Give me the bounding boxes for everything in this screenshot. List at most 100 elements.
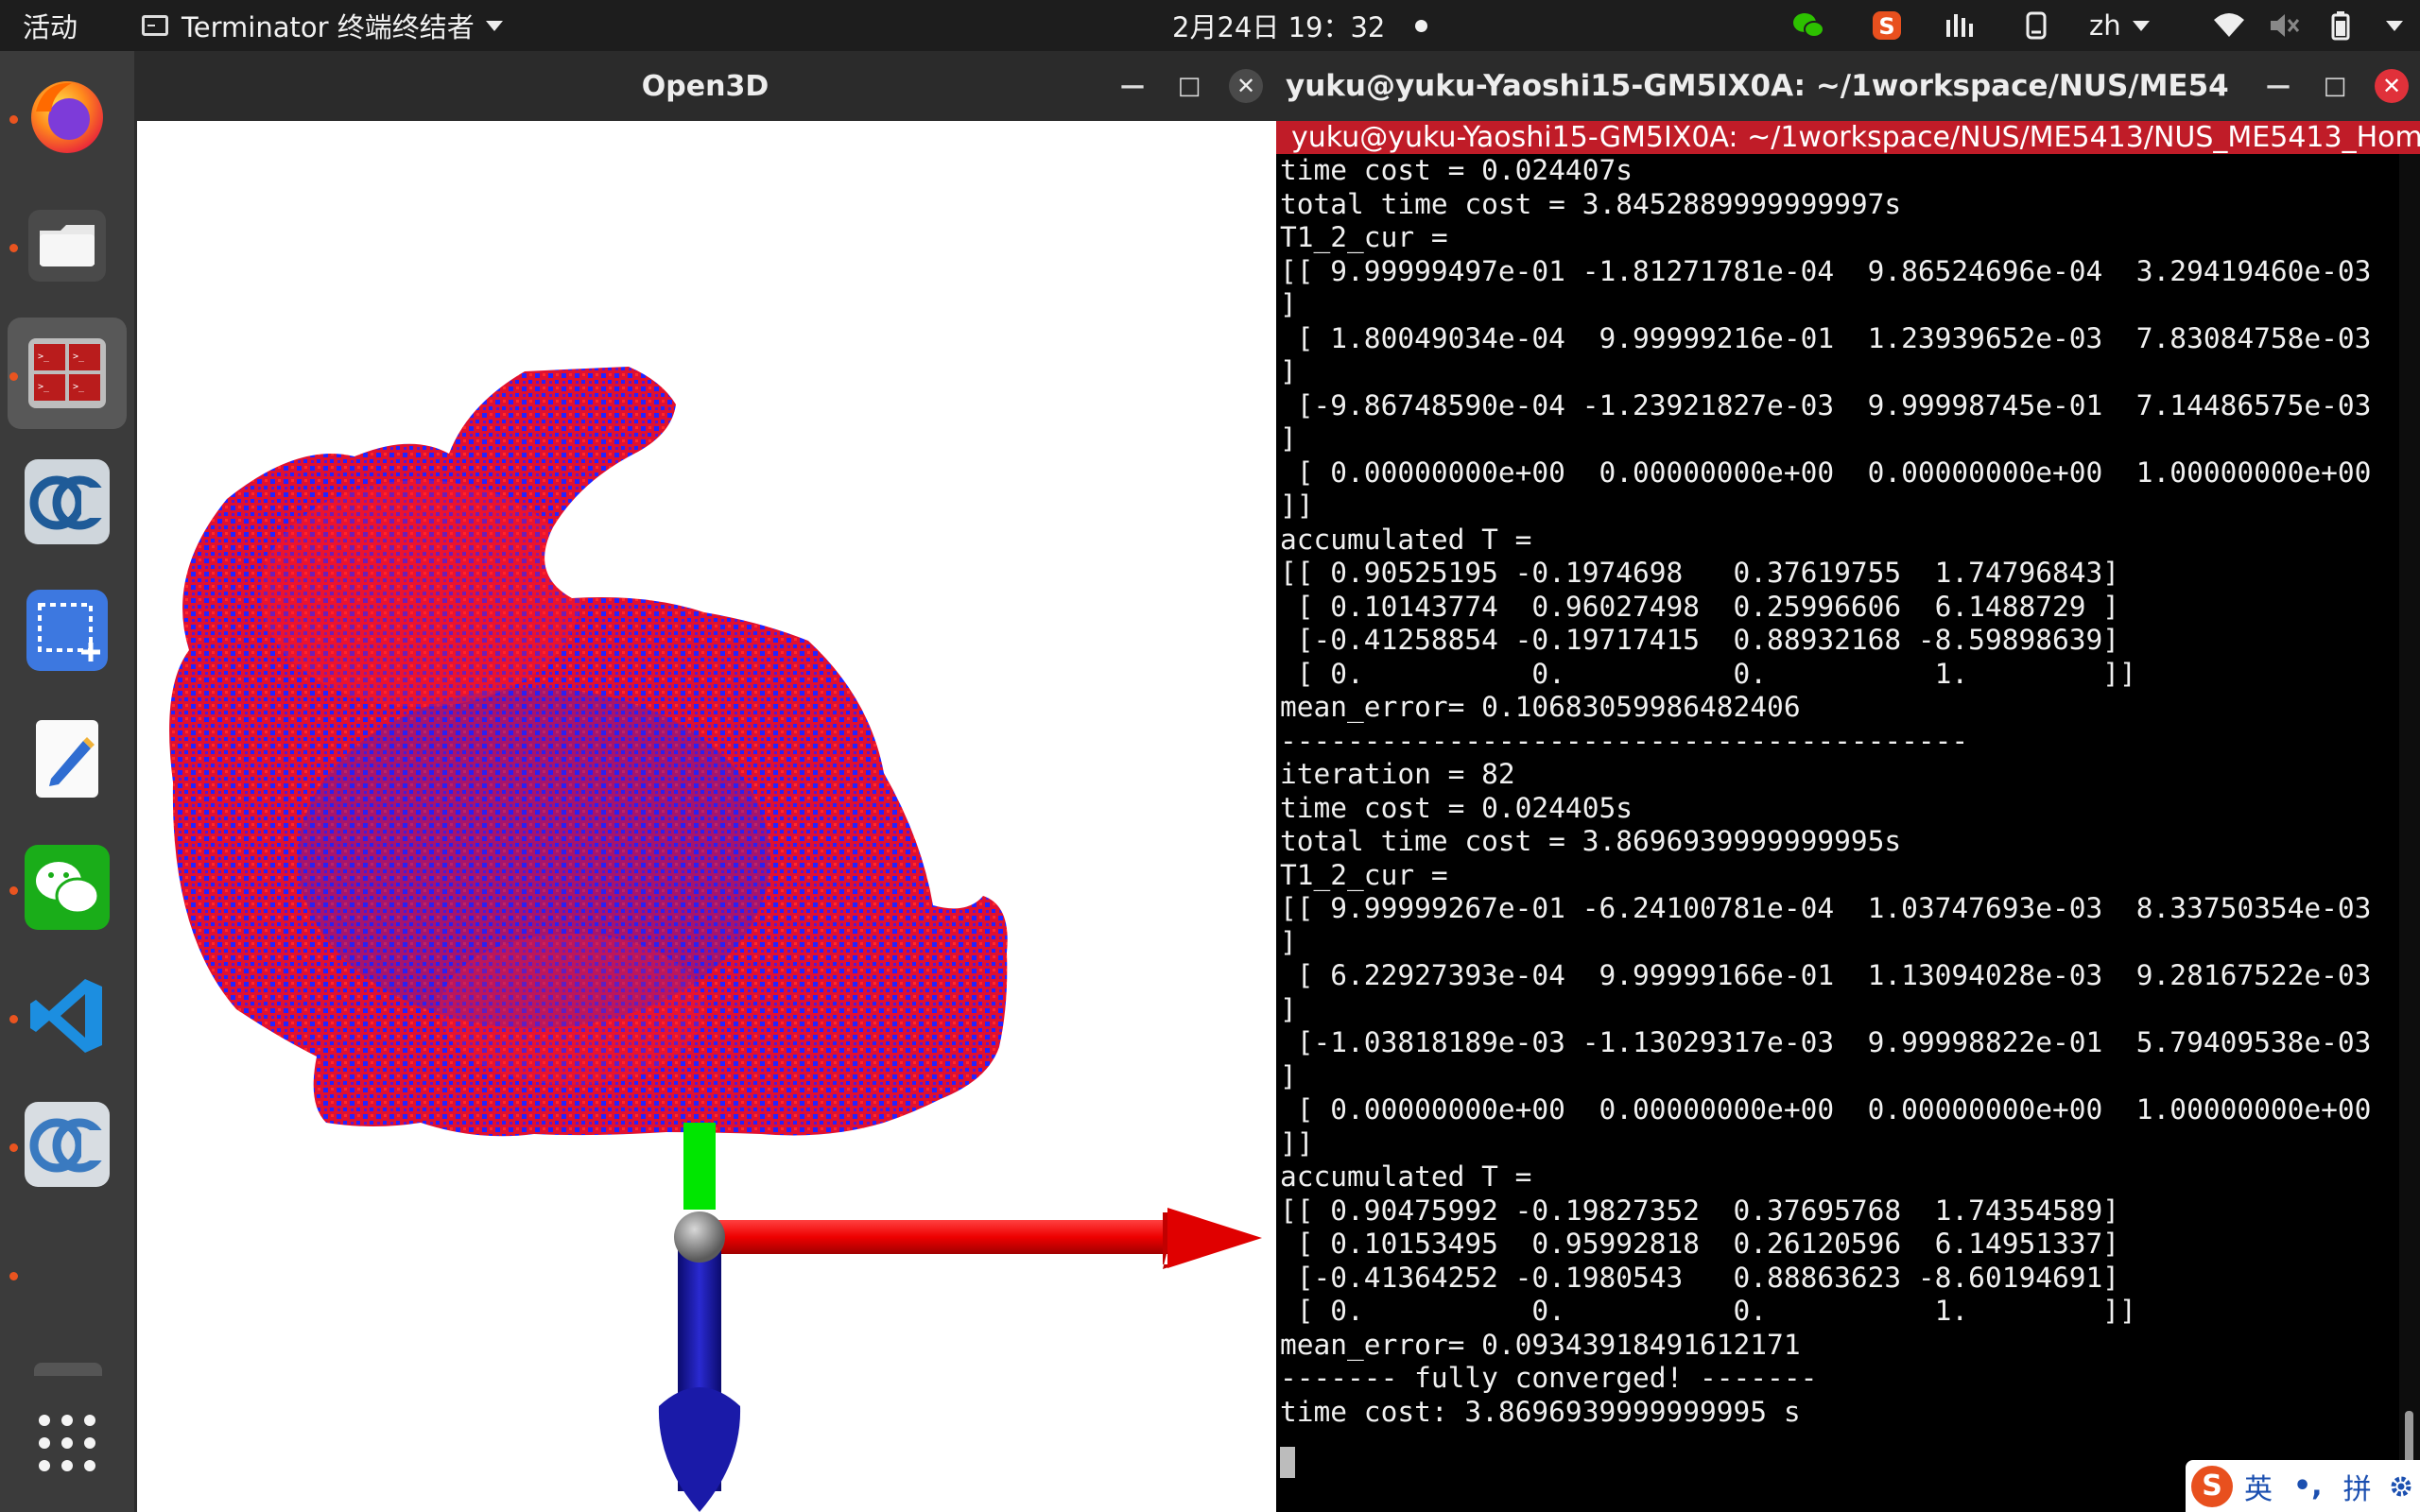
terminal-line: accumulated T = (1280, 1160, 1532, 1193)
terminal-line: [ 0.00000000e+00 0.00000000e+00 0.000000… (1280, 1093, 2372, 1125)
app-menu[interactable]: Terminator 终端终结者 (142, 0, 503, 51)
terminal-line: [ 0.10153495 0.95992818 0.26120596 6.149… (1280, 1228, 2120, 1260)
terminal-line: [ 1.80049034e-04 9.99999216e-01 1.239396… (1280, 321, 2372, 354)
close-button[interactable]: ✕ (2363, 51, 2420, 121)
terminal-line: ] (1280, 288, 1297, 320)
terminal-line: ] (1280, 992, 1297, 1025)
trash-peek (34, 1363, 102, 1376)
terminal-line: ]] (1280, 490, 1314, 522)
ime-language-toggle[interactable]: 英 (2244, 1466, 2273, 1507)
dock-files[interactable] (8, 189, 127, 301)
running-indicator (9, 1272, 18, 1280)
svg-text:>_: >_ (73, 352, 85, 362)
terminal-line: mean_error= 0.10683059986482406 (1280, 691, 1801, 723)
close-button[interactable]: ✕ (1218, 51, 1274, 121)
activities-button[interactable]: 活动 (23, 0, 78, 51)
volume-muted-icon[interactable] (2267, 0, 2301, 51)
terminal-line: T1_2_cur = (1280, 221, 1448, 253)
dock-wechat[interactable] (8, 832, 127, 943)
origin-sphere (674, 1211, 725, 1263)
terminal-line: ] (1280, 925, 1297, 958)
screenshot-icon (26, 590, 108, 671)
terminal-scrollbar[interactable] (2399, 154, 2420, 1512)
open3d-titlebar[interactable]: Open3D — □ ✕ (134, 51, 1276, 121)
dock-text-editor[interactable] (8, 703, 127, 815)
chevron-down-icon (2386, 20, 2403, 31)
show-applications-button[interactable] (8, 1387, 127, 1499)
minimize-icon: — (1120, 72, 1145, 100)
running-indicator (9, 244, 18, 252)
clock[interactable]: 2月24日 19：32 (1172, 0, 1428, 51)
open3d-window-title: Open3D (641, 69, 769, 103)
running-indicator (9, 115, 18, 124)
terminal-line: total time cost = 3.8696939999999995s (1280, 825, 1902, 857)
terminal-line: [-1.03818189e-03 -1.13029317e-03 9.99998… (1280, 1026, 2372, 1058)
maximize-button[interactable]: □ (1161, 51, 1218, 121)
open3d-viewport[interactable] (137, 121, 1276, 1512)
terminal-line: [ 0.00000000e+00 0.00000000e+00 0.000000… (1280, 455, 2372, 489)
minimize-button[interactable]: — (2250, 51, 2307, 121)
maximize-button[interactable]: □ (2307, 51, 2363, 121)
dock-screenshot[interactable] (8, 575, 127, 686)
dock-cloudcompare[interactable] (8, 446, 127, 558)
terminal-line: time cost = 0.024405s (1280, 791, 1633, 824)
x-axis-arrowhead (1167, 1208, 1262, 1268)
terminal-titlebar[interactable]: yuku@yuku-Yaoshi15-GM5IX0A: ~/1workspace… (1276, 51, 2420, 121)
minimize-button[interactable]: — (1104, 51, 1161, 121)
z-axis-arrowhead (658, 1387, 741, 1512)
maximize-icon: □ (2323, 72, 2347, 100)
dock-ccviewer[interactable] (8, 1089, 127, 1200)
terminal-line: [[ 0.90475992 -0.19827352 0.37695768 1.7… (1280, 1194, 2120, 1227)
phone-tray-icon[interactable] (2019, 0, 2053, 51)
terminal-icon (142, 15, 168, 36)
terminal-line: total time cost = 3.8452889999999997s (1280, 187, 1902, 220)
terminal-line: ] (1280, 1059, 1297, 1092)
terminal-line: [-9.86748590e-04 -1.23921827e-03 9.99998… (1280, 388, 2372, 421)
chevron-down-icon (2132, 20, 2150, 31)
wechat-tray-icon[interactable] (1791, 0, 1825, 51)
x-axis (700, 1220, 1181, 1254)
activities-label: 活动 (23, 11, 78, 43)
ime-mode-toggle[interactable]: 拼 (2343, 1466, 2372, 1507)
app-menu-label: Terminator 终端终结者 (182, 11, 475, 43)
terminal-line: [[ 0.90525195 -0.1974698 0.37619755 1.74… (1280, 557, 2120, 589)
input-method-label: zh (2089, 9, 2121, 42)
text-editor-icon (36, 720, 98, 798)
terminal-line: [ 6.22927393e-04 9.99999166e-01 1.130940… (1280, 959, 2372, 991)
point-cloud-view (169, 367, 1262, 1512)
terminal-text: time cost = 0.024407s total time cost = 3… (1280, 154, 2371, 1429)
running-indicator (9, 372, 18, 381)
sogou-tray-icon[interactable]: S (1870, 0, 1904, 51)
system-menu[interactable] (2375, 0, 2403, 51)
gear-icon[interactable] (2387, 1472, 2415, 1501)
terminal-cursor (1280, 1447, 1295, 1478)
running-indicator (9, 1143, 18, 1152)
dock-terminator[interactable]: >_ >_ >_ >_ (8, 318, 127, 429)
svg-text:>_: >_ (38, 382, 50, 392)
network-speed-tray-icon[interactable] (1943, 0, 1977, 51)
coordinate-axes (658, 1123, 1262, 1512)
terminal-line: [[ 9.99999267e-01 -6.24100781e-04 1.0374… (1280, 892, 2372, 924)
terminal-tab-title: yuku@yuku-Yaoshi15-GM5IX0A: ~/1workspace… (1291, 121, 2420, 154)
vscode-icon (30, 979, 102, 1053)
ccviewer-icon (25, 1102, 110, 1187)
wifi-icon[interactable] (2212, 0, 2246, 51)
dock-firefox[interactable] (8, 60, 127, 172)
ime-punctuation-toggle[interactable]: •, (2293, 1469, 2323, 1503)
y-axis (683, 1123, 716, 1210)
terminator-icon: >_ >_ >_ >_ (28, 338, 106, 408)
ime-toolbar[interactable]: S 英 •, 拼 (2186, 1460, 2420, 1512)
wechat-icon (25, 845, 110, 930)
firefox-icon (31, 81, 103, 153)
terminal-line: time cost: 3.8696939999999995 s (1280, 1395, 1801, 1428)
close-icon: ✕ (1229, 69, 1263, 103)
battery-icon[interactable] (2324, 0, 2358, 51)
svg-text:>_: >_ (73, 382, 85, 392)
top-bar: 活动 Terminator 终端终结者 2月24日 19：32 S zh (0, 0, 2420, 51)
input-method-menu[interactable]: zh (2089, 0, 2150, 51)
minimize-icon: — (2266, 72, 2290, 100)
dock-vscode[interactable] (8, 960, 127, 1072)
terminal-output[interactable]: time cost = 0.024407s total time cost = 3… (1276, 154, 2399, 1512)
terminal-line: ]] (1280, 1126, 1314, 1160)
terminal-tab-bar[interactable]: yuku@yuku-Yaoshi15-GM5IX0A: ~/1workspace… (1276, 121, 2420, 154)
